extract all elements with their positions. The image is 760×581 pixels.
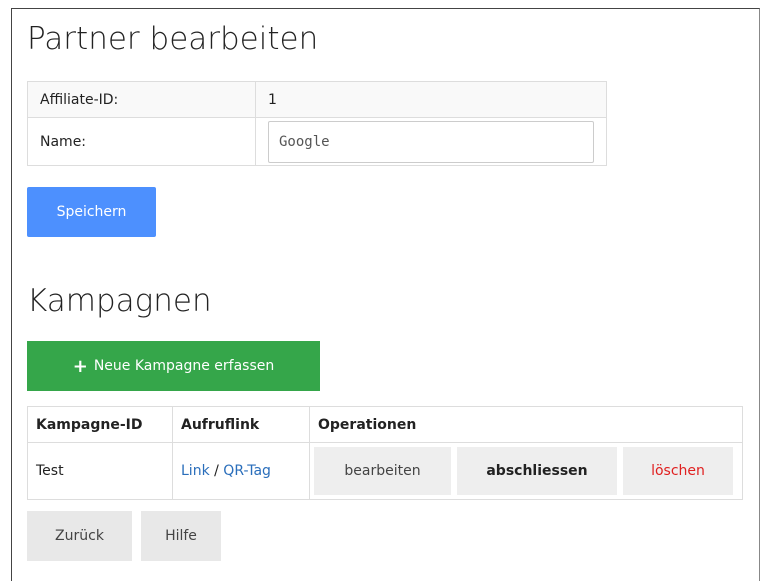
link-link[interactable]: Link <box>181 463 210 479</box>
link-separator: / <box>214 463 219 479</box>
help-button[interactable]: Hilfe <box>141 511 221 561</box>
header-campaign-id: Kampagne-ID <box>27 406 173 443</box>
plus-icon: + <box>72 355 88 377</box>
header-call-link: Aufruflink <box>172 406 310 443</box>
edit-button[interactable]: bearbeiten <box>314 447 451 495</box>
header-operations: Operationen <box>309 406 743 443</box>
content-frame: Partner bearbeiten Affiliate-ID: 1 Name:… <box>11 8 760 581</box>
save-button[interactable]: Speichern <box>27 187 156 237</box>
affiliate-id-value: 1 <box>255 81 607 118</box>
new-campaign-label: Neue Kampagne erfassen <box>93 358 275 374</box>
partner-table: Affiliate-ID: 1 Name: Google <box>27 81 607 166</box>
delete-button[interactable]: löschen <box>623 447 733 495</box>
name-cell: Google <box>255 117 607 166</box>
name-label: Name: <box>27 117 256 166</box>
table-row: Affiliate-ID: 1 <box>27 81 607 118</box>
table-row: Test Link / QR-Tag bearbeiten abschliess… <box>27 442 743 500</box>
campaigns-title: Kampagnen <box>27 283 212 319</box>
affiliate-id-label: Affiliate-ID: <box>27 81 256 118</box>
close-campaign-button[interactable]: abschliessen <box>457 447 617 495</box>
table-row: Name: Google <box>27 117 607 166</box>
campaign-links: Link / QR-Tag <box>172 442 310 500</box>
campaign-table: Kampagne-ID Aufruflink Operationen Test … <box>27 406 743 500</box>
campaign-id: Test <box>27 442 173 500</box>
name-input[interactable]: Google <box>268 120 594 163</box>
page-title: Partner bearbeiten <box>27 21 319 57</box>
name-input-value: Google <box>279 133 330 150</box>
new-campaign-button[interactable]: + Neue Kampagne erfassen <box>27 341 320 391</box>
table-header-row: Kampagne-ID Aufruflink Operationen <box>27 406 743 443</box>
campaign-operations: bearbeiten abschliessen löschen <box>309 442 743 500</box>
qr-tag-link[interactable]: QR-Tag <box>223 463 271 479</box>
back-button[interactable]: Zurück <box>27 511 132 561</box>
